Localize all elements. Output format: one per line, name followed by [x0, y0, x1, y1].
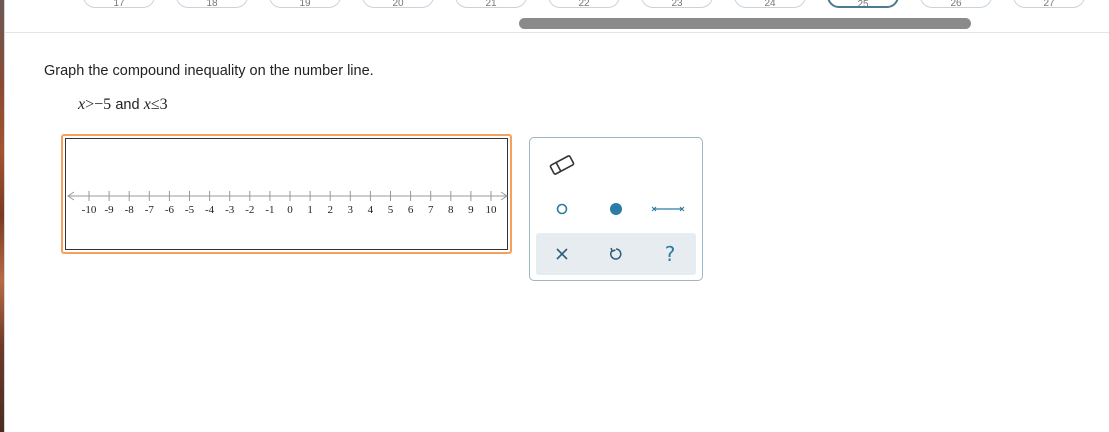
question-nav-pill[interactable]: 21	[455, 0, 527, 8]
horizontal-scrollbar[interactable]	[519, 18, 971, 29]
number-line-tick-label: 1	[307, 204, 313, 216]
number-line-tick-label: -9	[105, 204, 115, 216]
eraser-tool[interactable]	[545, 150, 579, 180]
graph-answer-area[interactable]: -10 -9 -8 -7 -6 -5 -4 -3 -2 -1 0 1 2 3 4 5 6 7 8 9 10	[61, 134, 512, 254]
number-line-tick-label: -10	[82, 204, 97, 216]
number-line-tick-label: -2	[245, 204, 254, 216]
number-line-tick-label: 4	[368, 204, 374, 216]
number-line-tick-label: -5	[185, 204, 195, 216]
question-nav-pill[interactable]: 18	[176, 0, 248, 8]
help-button[interactable]: ?	[650, 233, 690, 275]
eraser-icon	[549, 155, 575, 175]
help-icon: ?	[664, 242, 676, 266]
number-line-tick-label: -1	[265, 204, 274, 216]
undo-icon	[610, 247, 622, 260]
undo-button[interactable]	[596, 233, 636, 275]
page: 17 18 19 20 21 22 23 24 25 26 27 Graph the compoun…	[0, 0, 1109, 432]
number-line-tick-label: 6	[408, 204, 414, 216]
open-point-icon	[556, 203, 568, 215]
segment-icon	[651, 206, 685, 212]
closed-point-tool[interactable]	[599, 194, 633, 224]
question-nav-pill[interactable]: 27	[1013, 0, 1085, 8]
number-line-tick-label: 2	[327, 204, 333, 216]
compound-inequality: x>−5 and x≤3	[78, 96, 168, 114]
number-line-tick-label: 7	[428, 204, 434, 216]
question-nav-pill[interactable]: 20	[362, 0, 434, 8]
question-nav-pill[interactable]: 25	[827, 0, 899, 8]
window-edge	[4, 0, 5, 432]
number-line-tick-label: -7	[145, 204, 155, 216]
inequality-value-2: 3	[159, 96, 168, 113]
question-nav-pill[interactable]: 22	[548, 0, 620, 8]
number-line-tick-label: 3	[348, 204, 354, 216]
clear-button[interactable]	[542, 233, 582, 275]
inequality-variable-2: x	[143, 96, 151, 113]
open-point-tool[interactable]	[545, 194, 579, 224]
number-line-tick-label: 9	[468, 204, 474, 216]
number-line-tick-label: 5	[388, 204, 394, 216]
inequality-value-1: −5	[94, 96, 112, 113]
number-line-tick-label: -4	[205, 204, 215, 216]
question-nav-pill[interactable]: 17	[83, 0, 155, 8]
number-line-tick-label: -8	[125, 204, 135, 216]
question-nav-pill[interactable]: 26	[920, 0, 992, 8]
number-line-svg[interactable]: -10 -9 -8 -7 -6 -5 -4 -3 -2 -1 0 1 2 3 4 5 6 7 8 9 10	[66, 139, 509, 251]
segment-tool[interactable]	[651, 194, 685, 224]
question-nav-pill[interactable]: 24	[734, 0, 806, 8]
closed-point-icon	[610, 203, 622, 215]
palette-footer: ?	[536, 233, 696, 275]
number-line-tick-label: 10	[486, 204, 498, 216]
inequality-operator-2: ≤	[150, 96, 160, 113]
number-line-tick-label: 8	[448, 204, 454, 216]
question-nav-pill[interactable]: 23	[641, 0, 713, 8]
number-line-canvas[interactable]: -10 -9 -8 -7 -6 -5 -4 -3 -2 -1 0 1 2 3 4 5 6 7 8 9 10	[65, 138, 508, 250]
graph-tool-palette: ?	[529, 137, 703, 281]
x-icon	[556, 248, 568, 260]
inequality-conjunction: and	[115, 97, 140, 113]
number-line-tick-label: -3	[225, 204, 235, 216]
number-line-tick-label: -6	[165, 204, 175, 216]
inequality-operator-1: >	[85, 96, 95, 113]
number-line-tick-label: 0	[287, 204, 293, 216]
question-prompt: Graph the compound inequality on the num…	[44, 63, 374, 79]
question-navigation: 17 18 19 20 21 22 23 24 25 26 27	[5, 0, 1109, 33]
question-nav-pill[interactable]: 19	[269, 0, 341, 8]
